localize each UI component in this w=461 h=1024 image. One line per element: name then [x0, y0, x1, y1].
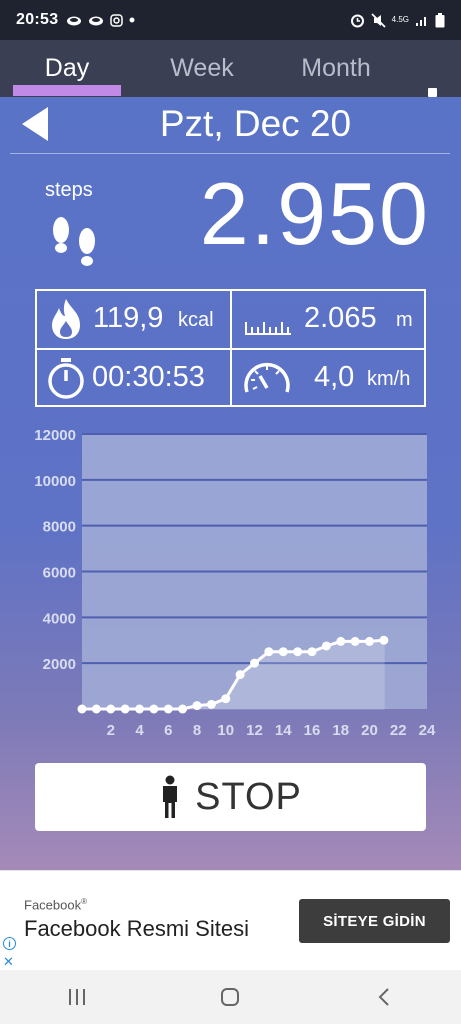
- network-4g-icon: 4.5G: [391, 15, 409, 24]
- mute-icon: [371, 12, 386, 28]
- cloud-icon: [67, 16, 82, 26]
- flame-icon: [52, 299, 80, 339]
- main-panel: Pzt, Dec 20 steps 2.950 119,9 kcal 2.065…: [0, 97, 461, 870]
- speedometer-icon: [244, 362, 290, 393]
- system-navbar: [0, 970, 461, 1024]
- steps-data-point: [206, 699, 216, 709]
- status-time: 20:53: [16, 11, 59, 28]
- footsteps-icon: [53, 217, 95, 266]
- stopwatch-icon: [48, 358, 84, 399]
- ad-close-icon[interactable]: ✕: [3, 954, 14, 970]
- ad-banner[interactable]: Facebook® Facebook Resmi Sitesi SİTEYE G…: [0, 870, 461, 970]
- x-tick-label: 14: [275, 722, 292, 739]
- y-tick-label: 2000: [43, 656, 76, 673]
- tab-month[interactable]: Month: [285, 40, 387, 97]
- stats-grid: 119,9 kcal 2.065 m 00:30:53 4,0 km/h: [35, 289, 426, 407]
- x-tick-label: 12: [246, 722, 263, 739]
- steps-data-point: [77, 704, 87, 714]
- status-bar: 20:53 4.5G: [0, 0, 461, 40]
- date-title: Pzt, Dec 20: [159, 103, 352, 144]
- y-tick-label: 10000: [34, 473, 76, 490]
- steps-data-point: [250, 658, 259, 668]
- back-icon: [378, 988, 389, 1006]
- stop-button[interactable]: STOP: [35, 763, 426, 831]
- back-button[interactable]: [354, 977, 414, 1017]
- recents-button[interactable]: [47, 977, 107, 1017]
- speed-unit: km/h: [367, 368, 411, 390]
- steps-data-point: [365, 636, 374, 646]
- x-tick-label: 4: [135, 722, 144, 739]
- steps-data-point: [321, 641, 331, 651]
- steps-data-point: [192, 701, 202, 711]
- steps-data-point: [149, 704, 159, 714]
- x-tick-label: 22: [390, 722, 407, 739]
- ad-info-icon[interactable]: i: [3, 937, 16, 950]
- distance-stat: 2.065 m: [232, 291, 424, 348]
- tab-week[interactable]: Week: [148, 40, 256, 97]
- x-tick-label: 8: [193, 722, 201, 739]
- person-icon: [163, 775, 178, 818]
- steps-data-point: [235, 670, 245, 680]
- hourly-steps-chart: 200040006000800010000120002 4 6 8 10 12 14 16 18…: [34, 427, 436, 739]
- dot-icon: [129, 17, 135, 23]
- x-tick-label: 2: [107, 722, 115, 739]
- date-header: Pzt, Dec 20: [0, 97, 461, 153]
- x-tick-label: 20: [361, 722, 378, 739]
- back-arrow-icon[interactable]: [22, 107, 48, 141]
- steps-data-point: [135, 704, 144, 714]
- active-tab-indicator: [13, 85, 121, 96]
- divider: [10, 153, 450, 154]
- x-tick-label: 10: [217, 722, 234, 739]
- steps-data-point: [264, 647, 274, 657]
- alarm-icon: [350, 14, 364, 27]
- ad-title[interactable]: Facebook Resmi Sitesi: [24, 916, 249, 942]
- steps-data-point: [178, 704, 188, 714]
- x-tick-label: 16: [304, 722, 321, 739]
- recents-icon: [68, 989, 85, 1005]
- steps-data-point: [336, 636, 346, 646]
- distance-value: 2.065: [304, 302, 377, 334]
- steps-data-point: [293, 647, 303, 657]
- steps-data-point: [120, 704, 130, 714]
- steps-data-point: [379, 635, 389, 645]
- steps-data-point: [163, 704, 173, 714]
- duration-stat: 00:30:53: [37, 350, 230, 405]
- y-tick-label: 8000: [43, 519, 76, 536]
- speed-stat: 4,0 km/h: [232, 350, 424, 405]
- signal-icon: [416, 16, 426, 26]
- steps-label: steps: [45, 179, 93, 201]
- steps-data-point: [106, 704, 116, 714]
- system-icons: 4.5G: [350, 12, 445, 28]
- x-tick-label: 18: [332, 722, 349, 739]
- ruler-icon: [245, 322, 291, 335]
- ad-cta-button[interactable]: SİTEYE GİDİN: [299, 899, 450, 943]
- home-button[interactable]: [200, 977, 260, 1017]
- stop-button-label: STOP: [195, 775, 302, 818]
- steps-data-point: [307, 647, 317, 657]
- ad-brand: Facebook®: [24, 897, 87, 913]
- y-tick-label: 4000: [43, 610, 76, 627]
- x-tick-label: 6: [164, 722, 172, 739]
- calories-unit: kcal: [178, 309, 214, 331]
- notification-icons: [66, 13, 135, 27]
- y-tick-label: 6000: [43, 565, 76, 582]
- cloud-icon: [89, 16, 104, 26]
- battery-icon: [435, 12, 445, 27]
- steps-data-point: [278, 647, 288, 657]
- speed-value: 4,0: [314, 361, 355, 393]
- steps-data-point: [221, 694, 231, 704]
- y-tick-label: 12000: [34, 427, 76, 444]
- calories-value: 119,9: [93, 302, 164, 334]
- steps-data-point: [350, 636, 360, 646]
- duration-value: 00:30:53: [92, 361, 205, 393]
- calories-stat: 119,9 kcal: [37, 291, 230, 348]
- home-icon: [221, 988, 240, 1006]
- steps-count: 2.950: [199, 164, 430, 263]
- x-tick-label: 24: [419, 722, 436, 739]
- steps-data-point: [91, 704, 101, 714]
- distance-unit: m: [396, 309, 413, 331]
- instagram-icon: [110, 13, 124, 27]
